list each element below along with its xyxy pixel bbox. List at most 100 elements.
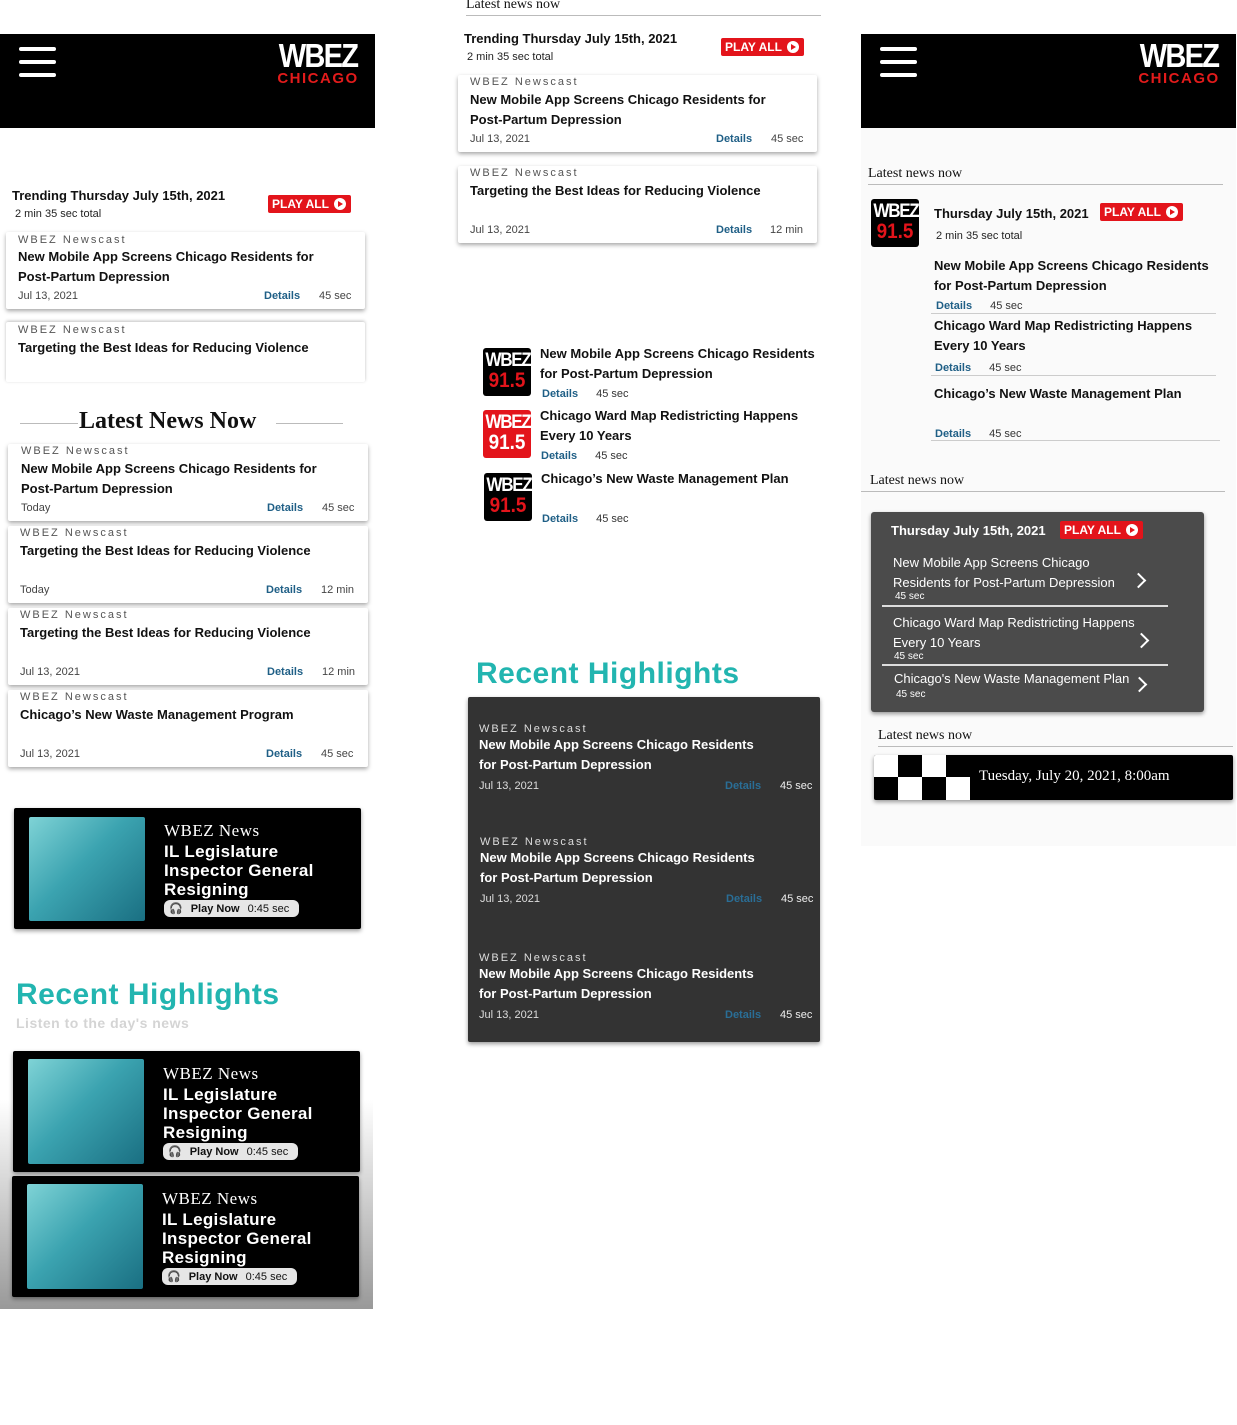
river-image — [28, 1059, 144, 1164]
darkbox-row[interactable]: Chicago's New Waste Management Plan 45 s… — [894, 669, 1170, 709]
details-link[interactable]: Details — [264, 290, 300, 302]
details-link[interactable]: Details — [542, 388, 578, 400]
section-rule — [466, 15, 821, 16]
card-duration: 45 sec — [771, 133, 804, 145]
item-title: Chicago Ward Map Redistricting Happens E… — [934, 318, 1193, 353]
play-all-button[interactable]: PLAY ALL — [721, 38, 804, 56]
list-item[interactable]: Chicago’s New Waste Management Plan Deta… — [541, 469, 826, 527]
play-all-button[interactable]: PLAY ALL — [1100, 203, 1183, 221]
menu-icon[interactable] — [19, 47, 56, 86]
wbez-915-logo: WBEZ 91.5 — [871, 199, 919, 247]
play-all-button[interactable]: PLAY ALL — [1060, 521, 1143, 539]
date-banner[interactable]: Tuesday, July 20, 2021, 8:00am — [874, 755, 1233, 800]
item-duration: 45 sec — [780, 1009, 813, 1021]
details-link[interactable]: Details — [725, 1009, 761, 1021]
promo-card[interactable]: WBEZ News IL Legislature Inspector Gener… — [12, 1176, 359, 1297]
play-now-button[interactable]: 🎧 Play Now 0:45 sec — [162, 1268, 298, 1285]
card-source: WBEZ Newscast — [20, 691, 129, 703]
menu-icon[interactable] — [880, 47, 917, 86]
item-duration: 45 sec — [595, 450, 628, 462]
trending-total: 2 min 35 sec total — [936, 230, 1023, 242]
checker-cell — [946, 755, 970, 777]
darkbox-row[interactable]: New Mobile App Screens Chicago Residents… — [893, 553, 1169, 603]
details-link[interactable]: Details — [267, 502, 303, 514]
details-link[interactable]: Details — [267, 666, 303, 678]
row-duration: 45 sec — [896, 689, 926, 700]
play-now-button[interactable]: 🎧 Play Now 0:45 sec — [164, 900, 300, 917]
darkbox-player: Thursday July 15th, 2021 PLAY ALL New Mo… — [871, 512, 1204, 712]
details-link[interactable]: Details — [936, 300, 972, 312]
play-time: 0:45 sec — [245, 1270, 288, 1283]
news-card[interactable]: WBEZ Newscast New Mobile App Screens Chi… — [8, 444, 368, 521]
news-card[interactable]: WBEZ Newscast Targeting the Best Ideas f… — [6, 322, 365, 382]
row-title: Chicago's New Waste Management Plan — [894, 671, 1130, 686]
headphones-icon: 🎧 — [167, 1271, 181, 1283]
checker-pattern — [874, 755, 970, 800]
play-icon — [1165, 206, 1178, 218]
details-link[interactable]: Details — [725, 780, 761, 792]
card-date: Jul 13, 2021 — [20, 748, 80, 760]
wbez-915-logo: WBEZ 91.5 — [483, 410, 531, 458]
item-duration: 45 sec — [780, 780, 813, 792]
card-source: WBEZ Newscast — [20, 527, 129, 539]
promo-card[interactable]: WBEZ News IL Legislature Inspector Gener… — [13, 1051, 360, 1172]
highlight-item[interactable]: WBEZ Newscast New Mobile App Screens Chi… — [479, 723, 814, 795]
tile-bottom: 91.5 — [489, 494, 527, 517]
details-link[interactable]: Details — [935, 362, 971, 374]
play-now-label: Play Now — [189, 1145, 239, 1158]
recent-highlights-subtitle: Listen to the day's news — [16, 1015, 190, 1031]
item-title: Chicago’s New Waste Management Plan — [541, 471, 789, 486]
news-card[interactable]: WBEZ Newscast New Mobile App Screens Chi… — [6, 232, 365, 309]
card-date: Jul 13, 2021 — [470, 224, 530, 236]
wbez-logo[interactable]: WBEZ CHICAGO — [270, 39, 366, 86]
details-link[interactable]: Details — [266, 748, 302, 760]
details-link[interactable]: Details — [716, 224, 752, 236]
list-item[interactable]: New Mobile App Screens Chicago Residents… — [934, 256, 1218, 314]
news-card[interactable]: WBEZ Newscast New Mobile App Screens Chi… — [458, 75, 817, 152]
play-all-button[interactable]: PLAY ALL — [268, 195, 351, 213]
list-item[interactable]: Chicago Ward Map Redistricting Happens E… — [540, 406, 825, 464]
details-link[interactable]: Details — [266, 584, 302, 596]
list-item[interactable]: Chicago’s New Waste Management Plan Deta… — [934, 384, 1218, 442]
details-link[interactable]: Details — [935, 428, 971, 440]
highlight-item[interactable]: WBEZ Newscast New Mobile App Screens Chi… — [479, 952, 814, 1024]
section-divider-left — [20, 423, 78, 424]
item-date: Jul 13, 2021 — [479, 1009, 539, 1021]
news-card[interactable]: WBEZ Newscast Targeting the Best Ideas f… — [8, 608, 368, 685]
list-item[interactable]: New Mobile App Screens Chicago Residents… — [540, 344, 825, 402]
highlight-item[interactable]: WBEZ Newscast New Mobile App Screens Chi… — [480, 836, 815, 908]
news-card[interactable]: WBEZ Newscast Targeting the Best Ideas f… — [8, 526, 368, 603]
news-card[interactable]: WBEZ Newscast Targeting the Best Ideas f… — [458, 166, 817, 243]
news-card[interactable]: WBEZ Newscast Chicago’s New Waste Manage… — [8, 690, 368, 767]
wbez-915-logo: WBEZ 91.5 — [484, 473, 532, 521]
tile-top: WBEZ — [873, 201, 919, 222]
darkbox-row[interactable]: Chicago Ward Map Redistricting Happens E… — [893, 613, 1169, 663]
list-item[interactable]: Chicago Ward Map Redistricting Happens E… — [934, 316, 1218, 376]
item-source: WBEZ Newscast — [479, 723, 588, 735]
item-duration: 45 sec — [781, 893, 814, 905]
card-source: WBEZ Newscast — [470, 76, 579, 88]
details-link[interactable]: Details — [726, 893, 762, 905]
recent-highlights-title: Recent Highlights — [16, 978, 280, 1011]
play-now-label: Play Now — [190, 902, 240, 915]
tile-top: WBEZ — [486, 475, 532, 496]
promo-card[interactable]: WBEZ News IL Legislature Inspector Gener… — [14, 808, 361, 929]
play-all-label: PLAY ALL — [272, 197, 329, 211]
details-link[interactable]: Details — [541, 450, 577, 462]
promo-label: WBEZ News — [164, 821, 260, 840]
details-link[interactable]: Details — [542, 513, 578, 525]
row-title: New Mobile App Screens Chicago Residents… — [893, 555, 1115, 590]
card-date: Today — [20, 584, 50, 596]
item-source: WBEZ Newscast — [480, 836, 589, 848]
promo-headline: IL Legislature Inspector General Resigni… — [164, 842, 314, 899]
tile-top: WBEZ — [485, 350, 531, 371]
checker-cell — [898, 755, 922, 777]
details-link[interactable]: Details — [716, 133, 752, 145]
play-now-button[interactable]: 🎧 Play Now 0:45 sec — [163, 1143, 299, 1160]
right-header: WBEZ CHICAGO — [861, 34, 1236, 128]
latest-news-label: Latest news now — [466, 0, 561, 12]
card-source: WBEZ Newscast — [18, 324, 127, 336]
item-duration: 45 sec — [989, 428, 1022, 440]
item-duration: 45 sec — [596, 388, 629, 400]
wbez-logo[interactable]: WBEZ CHICAGO — [1131, 39, 1227, 86]
